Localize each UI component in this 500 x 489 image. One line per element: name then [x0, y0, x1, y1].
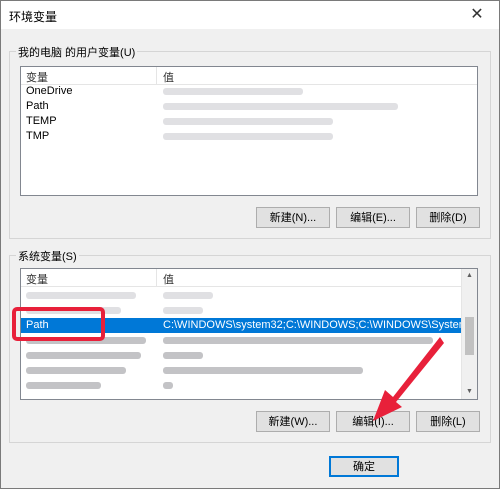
window-title: 环境变量 [9, 10, 58, 24]
close-icon[interactable]: ✕ [463, 4, 491, 26]
var-name: TMP [26, 130, 50, 142]
redacted-value [163, 292, 213, 299]
table-row[interactable]: TEMP [21, 114, 477, 129]
user-vars-list-header: 变量 值 [21, 67, 477, 85]
table-row[interactable] [21, 363, 477, 378]
table-row[interactable]: TMP [21, 129, 477, 144]
user-edit-button[interactable]: 编辑(E)... [336, 207, 410, 228]
user-delete-button[interactable]: 删除(D) [416, 207, 480, 228]
column-header-value[interactable]: 值 [163, 271, 174, 287]
user-vars-group-label: 我的电脑 的用户变量(U) [16, 44, 138, 60]
system-vars-scrollbar[interactable]: ▲ ▼ [461, 269, 477, 399]
system-new-button[interactable]: 新建(W)... [256, 411, 330, 432]
var-value: C:\WINDOWS\system32;C:\WINDOWS;C:\WINDOW… [163, 319, 463, 331]
system-vars-group-label: 系统变量(S) [16, 248, 79, 264]
table-row[interactable] [21, 348, 477, 363]
table-row[interactable]: Path [21, 99, 477, 114]
redacted-value [163, 382, 173, 389]
table-row[interactable] [21, 378, 477, 393]
redacted-name [26, 352, 141, 359]
column-header-value[interactable]: 值 [163, 69, 174, 85]
scroll-down-icon[interactable]: ▼ [462, 385, 477, 399]
redacted-name [26, 292, 136, 299]
scroll-thumb[interactable] [465, 317, 474, 355]
redacted-value [163, 307, 203, 314]
redacted-value [163, 367, 363, 374]
user-new-button[interactable]: 新建(N)... [256, 207, 330, 228]
redacted-value [163, 118, 333, 125]
environment-variables-dialog: 环境变量 ✕ 我的电脑 的用户变量(U) 变量 值 OneDrive Path … [0, 0, 500, 489]
var-name: OneDrive [26, 85, 73, 97]
redacted-value [163, 103, 398, 110]
var-name: TEMP [26, 115, 57, 127]
redacted-name [26, 367, 126, 374]
system-vars-list-header: 变量 值 [21, 269, 477, 287]
table-row[interactable] [21, 288, 477, 303]
redacted-name [26, 382, 101, 389]
redacted-value [163, 337, 433, 344]
system-edit-button[interactable]: 编辑(I)... [336, 411, 410, 432]
column-header-variable[interactable]: 变量 [26, 271, 48, 287]
var-name: Path [26, 100, 49, 112]
redacted-value [163, 133, 333, 140]
system-vars-group: 系统变量(S) 变量 值 Path C:\WINDOWS\system32;C:… [9, 248, 491, 443]
scroll-up-icon[interactable]: ▲ [462, 269, 477, 283]
path-highlight-annotation [12, 307, 105, 341]
redacted-value [163, 88, 303, 95]
column-header-variable[interactable]: 变量 [26, 69, 48, 85]
ok-button[interactable]: 确定 [329, 456, 399, 477]
user-vars-group: 我的电脑 的用户变量(U) 变量 值 OneDrive Path TEMP TM… [9, 44, 491, 239]
redacted-value [163, 352, 203, 359]
user-vars-list[interactable]: 变量 值 OneDrive Path TEMP TMP [20, 66, 478, 196]
table-row[interactable]: OneDrive [21, 84, 477, 99]
system-delete-button[interactable]: 删除(L) [416, 411, 480, 432]
title-bar: 环境变量 ✕ [1, 1, 499, 29]
